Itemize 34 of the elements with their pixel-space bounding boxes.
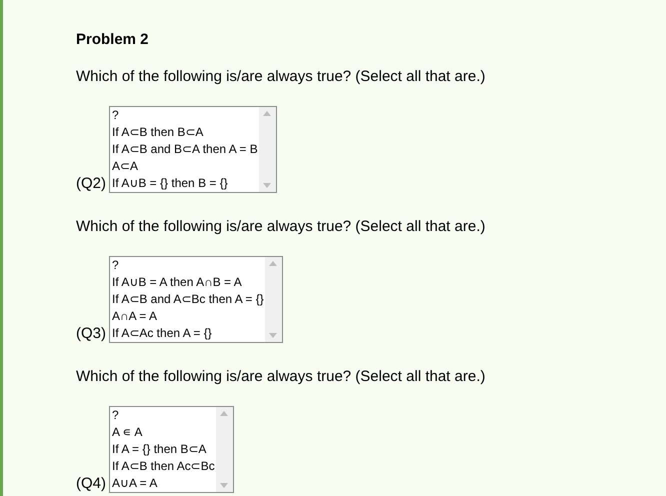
scroll-up-icon[interactable] xyxy=(220,411,228,416)
question-text: Which of the following is/are always true? (Select all that are.) xyxy=(76,367,486,387)
list-option[interactable]: ? xyxy=(112,107,119,124)
list-option[interactable]: If A⊂B and B⊂A then A = B xyxy=(112,141,258,158)
list-option[interactable]: If A⊂B and A⊂Bc then A = {} xyxy=(112,291,264,308)
question-label: (Q2) xyxy=(76,175,106,193)
scrollbar[interactable] xyxy=(258,107,276,192)
multi-select-listbox[interactable]: ? A ∊ A If A = {} then B⊂A If A⊂B then Ac⊂Bc A∪A = A xyxy=(109,406,234,493)
list-option[interactable]: A∩A = A xyxy=(112,308,157,325)
list-option[interactable]: A ∊ A xyxy=(112,424,142,441)
list-option[interactable]: If A = {} then B⊂A xyxy=(112,441,206,458)
question-text: Which of the following is/are always true? (Select all that are.) xyxy=(76,67,486,87)
scrollbar[interactable] xyxy=(216,407,233,492)
problem-title: Problem 2 xyxy=(76,30,149,50)
list-option[interactable]: If A∪B = A then A∩B = A xyxy=(112,274,242,291)
list-option[interactable]: ? xyxy=(112,407,119,424)
question-label: (Q3) xyxy=(76,325,106,343)
scroll-down-icon[interactable] xyxy=(269,333,278,338)
list-option[interactable]: If A⊂B then Ac⊂Bc xyxy=(112,458,215,475)
question-label: (Q4) xyxy=(76,475,106,493)
scroll-down-icon[interactable] xyxy=(263,183,272,188)
scroll-up-icon[interactable] xyxy=(269,261,278,266)
multi-select-listbox[interactable]: ? If A⊂B then B⊂A If A⊂B and B⊂A then A = B A⊂A If A∪B = {} then B = {} xyxy=(109,106,277,193)
list-option[interactable]: A⊂A xyxy=(112,158,138,175)
list-option[interactable]: If A∪B = {} then B = {} xyxy=(112,175,228,192)
list-option[interactable]: A∪A = A xyxy=(112,475,158,492)
question-text: Which of the following is/are always true? (Select all that are.) xyxy=(76,217,486,237)
list-option[interactable]: If A⊂Ac then A = {} xyxy=(112,325,212,342)
scroll-up-icon[interactable] xyxy=(263,111,272,116)
scroll-down-icon[interactable] xyxy=(220,483,228,488)
multi-select-listbox[interactable]: ? If A∪B = A then A∩B = A If A⊂B and A⊂Bc then A = {} A∩A = A If A⊂Ac then A = {} xyxy=(109,256,283,343)
list-option[interactable]: If A⊂B then B⊂A xyxy=(112,124,204,141)
scrollbar[interactable] xyxy=(264,257,282,342)
list-option[interactable]: ? xyxy=(112,257,119,274)
